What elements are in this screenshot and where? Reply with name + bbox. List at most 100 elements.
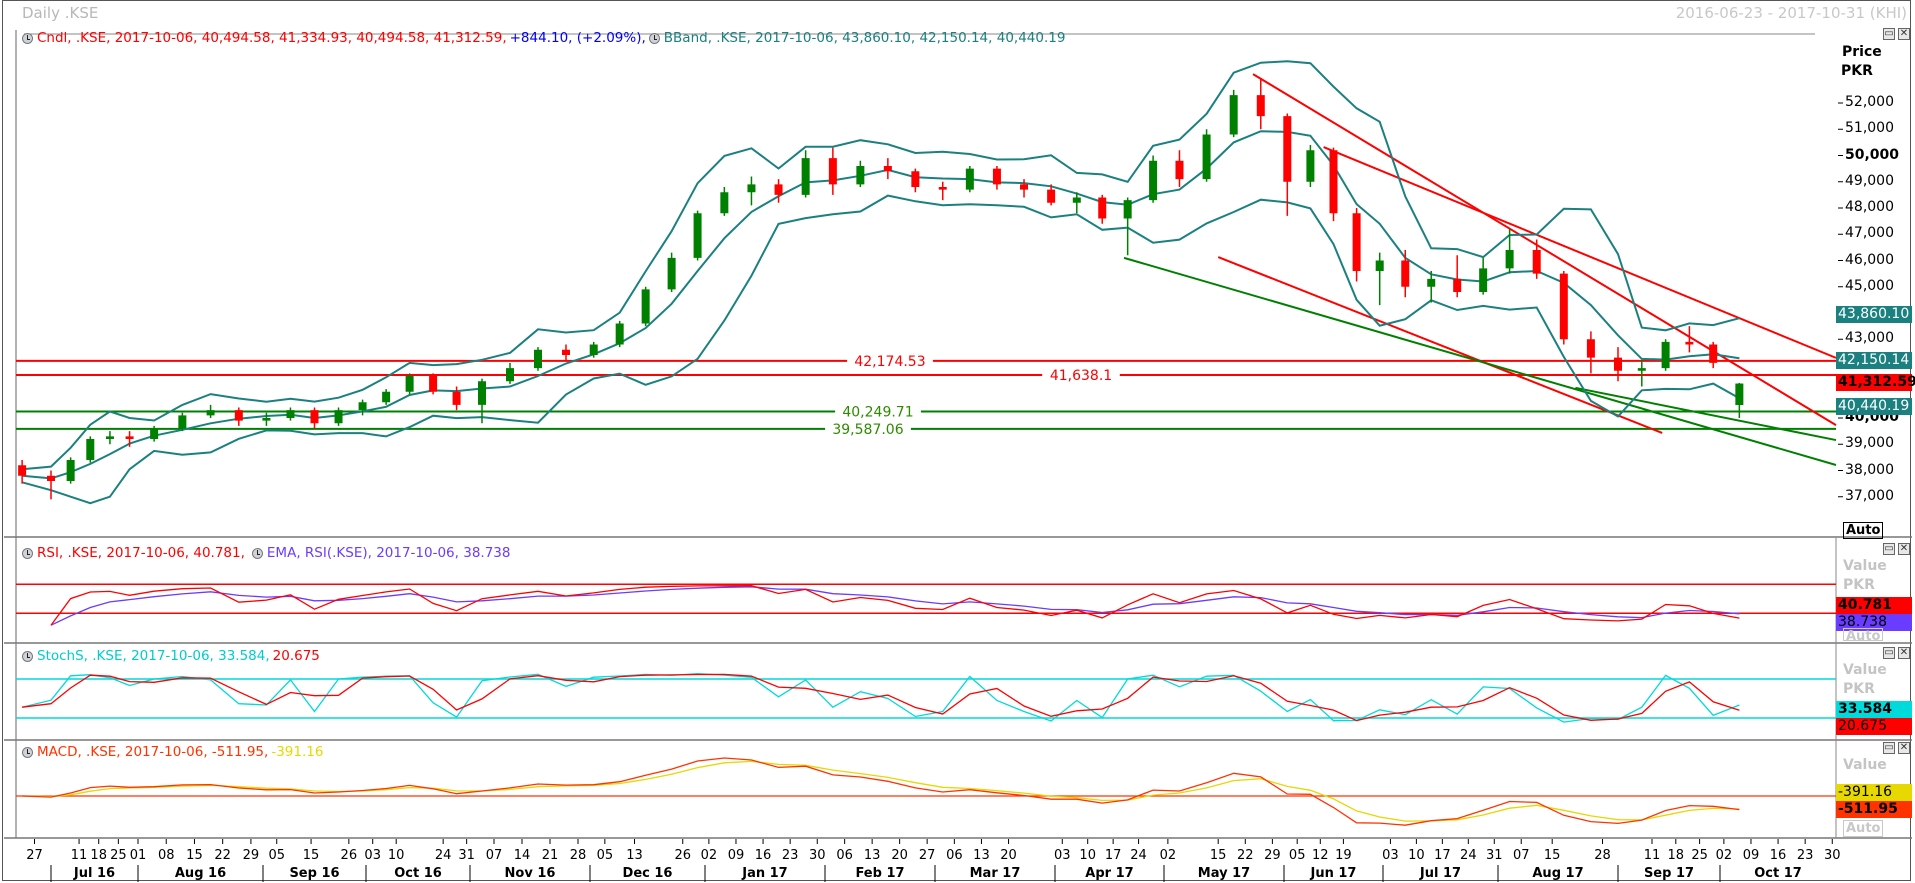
date-tick-label: 10 xyxy=(1408,848,1425,863)
restore-icon[interactable]: ▭ xyxy=(1883,647,1895,659)
rsi-auto-button[interactable]: Auto xyxy=(1843,628,1884,641)
date-tick-label: 16 xyxy=(755,848,772,863)
candle-body xyxy=(883,166,892,172)
bb-middle-value: 42,150.14 xyxy=(1836,352,1912,369)
date-tick-label: 10 xyxy=(1079,848,1096,863)
clock-icon[interactable] xyxy=(251,547,263,559)
date-tick-label: 12 xyxy=(1312,848,1329,863)
candle-legend-change: +844.10, (+2.09%), xyxy=(509,30,646,46)
restore-icon[interactable]: ▭ xyxy=(1883,543,1895,555)
rsi-axis-currency: PKR xyxy=(1843,577,1875,593)
close-icon[interactable]: ✕ xyxy=(1898,543,1910,555)
candle-body xyxy=(405,376,414,392)
candle xyxy=(856,160,865,187)
month-label: Nov 16 xyxy=(505,866,556,881)
candle xyxy=(18,460,27,484)
candle-body xyxy=(1559,273,1568,340)
candle-body xyxy=(589,344,598,355)
candle-body xyxy=(828,158,837,185)
rsi-legend: RSI, .KSE, 2017-10-06, 40.781, EMA, RSI(… xyxy=(22,545,510,561)
rsi-axis-title: Value xyxy=(1843,558,1887,574)
candle xyxy=(720,187,729,216)
candle-body xyxy=(562,349,570,355)
macd-auto-button[interactable]: Auto xyxy=(1843,820,1884,837)
auto-scale-button[interactable]: Auto xyxy=(1843,522,1884,539)
candle xyxy=(1709,341,1718,369)
date-tick-label: 06 xyxy=(836,848,853,863)
stoch-k-value: 33.584 xyxy=(1836,701,1912,718)
month-label: Aug 16 xyxy=(175,866,226,881)
candle xyxy=(938,181,947,201)
clock-icon[interactable] xyxy=(648,32,660,44)
clock-icon[interactable] xyxy=(22,32,33,44)
close-icon[interactable]: ✕ xyxy=(1898,742,1910,754)
date-tick-label: 23 xyxy=(1797,848,1814,863)
date-tick-label: 18 xyxy=(90,848,107,863)
date-tick-label: 17 xyxy=(1434,848,1451,863)
candle-body xyxy=(938,187,947,190)
candle xyxy=(1329,147,1338,222)
date-tick-label: 02 xyxy=(1160,848,1177,863)
close-icon[interactable]: ✕ xyxy=(1898,647,1910,659)
date-tick-label: 26 xyxy=(674,848,691,863)
date-tick-label: 27 xyxy=(919,848,936,863)
clock-icon[interactable] xyxy=(22,650,33,662)
price-tick-label: 38,000 xyxy=(1845,461,1894,478)
candle xyxy=(1735,382,1744,418)
candle-body xyxy=(1098,197,1107,219)
candle-body xyxy=(1229,95,1238,135)
date-tick-label: 07 xyxy=(1513,848,1530,863)
candle-body xyxy=(206,410,215,416)
candle-body xyxy=(1149,160,1158,201)
restore-icon[interactable]: ▭ xyxy=(1883,28,1895,40)
candle-body xyxy=(1283,116,1292,182)
candle-body xyxy=(286,410,295,418)
candle-body xyxy=(310,410,319,424)
candle-body xyxy=(334,410,343,424)
bband-lower-line xyxy=(21,194,1740,505)
candle-body xyxy=(452,391,461,405)
candle-body xyxy=(1586,339,1595,358)
date-tick-label: 26 xyxy=(341,848,358,863)
candle xyxy=(262,412,271,426)
month-label: Apr 17 xyxy=(1085,866,1133,881)
date-tick-label: 13 xyxy=(864,848,881,863)
date-tick-label: 28 xyxy=(570,848,587,863)
candle-body xyxy=(1735,383,1744,406)
candle xyxy=(1661,339,1670,371)
ema-legend-text: EMA, RSI(.KSE), 2017-10-06, 38.738 xyxy=(266,545,511,561)
candle xyxy=(1175,150,1184,187)
clock-icon[interactable] xyxy=(22,547,33,559)
month-label: Sep 17 xyxy=(1644,866,1694,881)
candle xyxy=(334,407,343,426)
date-tick-label: 29 xyxy=(243,848,260,863)
candle xyxy=(1020,179,1029,198)
candle-body xyxy=(262,418,271,421)
month-label: Jul 17 xyxy=(1419,866,1461,881)
candle-body xyxy=(641,289,650,324)
clock-icon[interactable] xyxy=(22,746,33,758)
candle xyxy=(911,168,920,193)
candle-body xyxy=(720,192,729,214)
candle-body xyxy=(1709,344,1718,363)
date-tick-label: 25 xyxy=(1691,848,1708,863)
candle-body xyxy=(1637,368,1646,371)
candle xyxy=(178,412,187,432)
date-tick-label: 09 xyxy=(728,848,745,863)
month-label: May 17 xyxy=(1198,866,1250,881)
date-tick-label: 23 xyxy=(782,848,799,863)
date-tick-label: 11 xyxy=(71,848,88,863)
candle xyxy=(801,150,810,198)
close-icon[interactable]: ✕ xyxy=(1898,28,1910,40)
candle-body xyxy=(1175,160,1184,180)
candle xyxy=(1559,271,1568,345)
candle xyxy=(615,320,624,348)
date-tick-label: 30 xyxy=(1824,848,1841,863)
date-tick-label: 29 xyxy=(1264,848,1281,863)
date-tick-label: 11 xyxy=(1644,848,1661,863)
candle xyxy=(641,286,650,327)
rsi-ema-line xyxy=(50,586,1740,626)
restore-icon[interactable]: ▭ xyxy=(1883,742,1895,754)
candle-body xyxy=(534,349,542,369)
candle xyxy=(1283,113,1292,216)
